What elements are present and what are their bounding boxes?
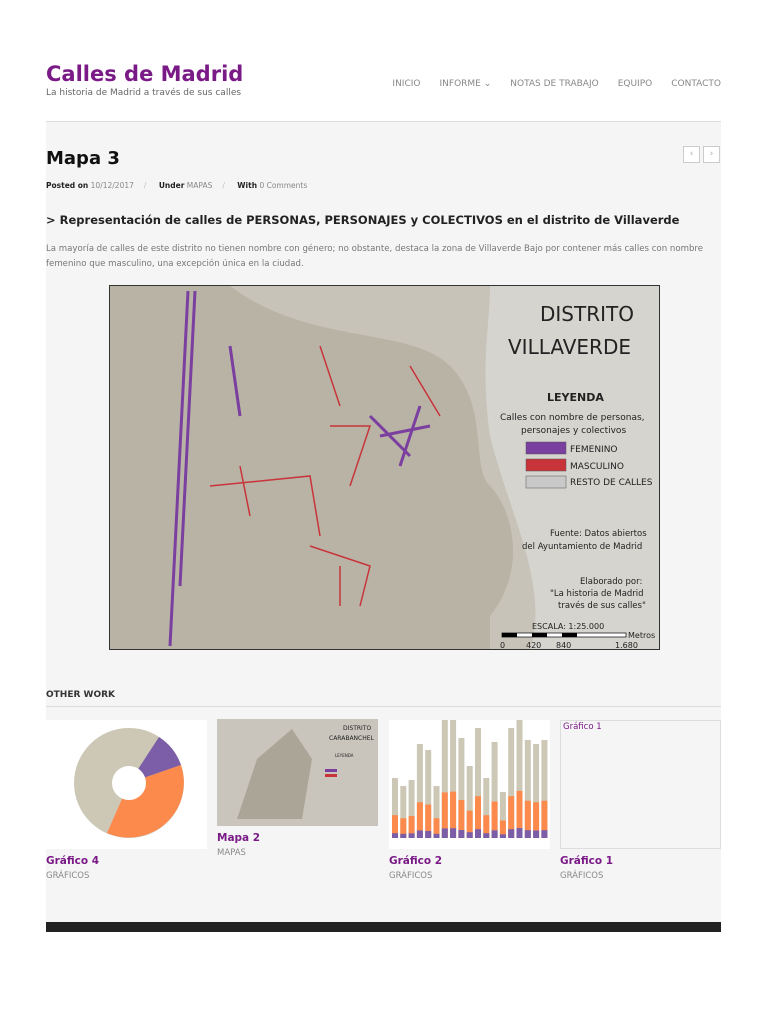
map-title-2: VILLAVERDE: [508, 335, 631, 359]
site-tagline: La historia de Madrid a través de sus ca…: [46, 88, 242, 98]
map-source-2: del Ayuntamiento de Madrid: [522, 542, 642, 552]
thumb-bar: [499, 834, 506, 838]
work-card-grafico-2[interactable]: Gráfico 2 GRÁFICOS: [389, 720, 550, 881]
nav-inicio[interactable]: INICIO: [392, 79, 420, 89]
work-card-grafico-4[interactable]: Gráfico 4 GRÁFICOS: [46, 720, 207, 881]
map-made-2: "La historia de Madrid: [550, 589, 644, 599]
thumb-bar: [458, 830, 465, 838]
scale-unit: Metros: [628, 631, 655, 640]
thumb-bar: [433, 833, 440, 838]
nav-contacto[interactable]: CONTACTO: [671, 79, 721, 89]
post-category[interactable]: MAPAS: [187, 181, 213, 190]
thumb-bar: [466, 832, 473, 838]
work-title[interactable]: Gráfico 1: [560, 855, 721, 867]
legend-sub-2: personajes y colectivos: [521, 426, 626, 436]
thumb-bar: [491, 830, 498, 838]
thumb-donut-chart[interactable]: [46, 720, 207, 849]
thumb-map-title-2: CARABANCHEL: [329, 735, 375, 742]
map-made-1: Elaborado por:: [580, 577, 642, 587]
site-title[interactable]: Calles de Madrid: [46, 62, 243, 86]
map-made-3: través de sus calles": [558, 600, 646, 611]
main-nav: INICIO INFORME ⌄ NOTAS DE TRABAJO EQUIPO…: [392, 79, 721, 89]
villaverde-map: DISTRITO VILLAVERDE LEYENDA Calles con n…: [109, 285, 660, 650]
legend-swatch-resto: [525, 475, 567, 489]
work-category[interactable]: GRÁFICOS: [560, 871, 721, 881]
work-title[interactable]: Gráfico 4: [46, 855, 207, 867]
work-title[interactable]: Mapa 2: [217, 832, 378, 844]
divider: [46, 706, 721, 707]
other-work-heading: OTHER WORK: [46, 690, 116, 700]
under-label: Under: [158, 181, 185, 190]
legend-masculino: MASCULINO: [570, 462, 624, 472]
thumb-bar-chart[interactable]: [389, 720, 550, 849]
scale-tick-0: 0: [500, 641, 505, 650]
legend-swatch-masculino: [525, 458, 567, 472]
thumb-map-legend: LEYENDA: [335, 753, 354, 758]
legend-sub-1: Calles con nombre de personas,: [500, 413, 645, 423]
post-intro: La mayoría de calles de este distrito no…: [46, 244, 704, 269]
nav-equipo[interactable]: EQUIPO: [618, 79, 653, 89]
thumb-bar: [425, 830, 432, 838]
thumb-broken-image[interactable]: Gráfico 1: [560, 720, 721, 849]
thumb-bar: [541, 830, 548, 838]
thumb-bar: [441, 828, 448, 838]
thumb-bar: [408, 833, 415, 838]
post-meta: Posted on 10/12/2017/ Under MAPAS / With …: [46, 181, 308, 190]
thumb-bar: [450, 828, 457, 838]
site-header: [0, 0, 768, 121]
legend-femenino: FEMENINO: [570, 445, 618, 455]
page-title: Mapa 3: [46, 148, 120, 169]
scale-tick-420: 420: [526, 641, 541, 650]
thumb-bar: [400, 833, 407, 838]
footer-bar: [46, 922, 721, 932]
with-label: With: [237, 181, 258, 190]
map-source-1: Fuente: Datos abiertos: [550, 529, 647, 539]
post-subheading: > Representación de calles de PERSONAS, …: [46, 213, 680, 227]
thumb-bar: [508, 829, 515, 838]
legend-title: LEYENDA: [547, 391, 604, 404]
work-category[interactable]: GRÁFICOS: [46, 871, 207, 881]
work-category[interactable]: MAPAS: [217, 848, 378, 858]
thumb-bar: [533, 830, 540, 838]
work-category[interactable]: GRÁFICOS: [389, 871, 550, 881]
thumb-bar: [524, 830, 531, 838]
map-title-1: DISTRITO: [540, 302, 634, 326]
nav-informe[interactable]: INFORME ⌄: [440, 79, 492, 89]
prev-post-button[interactable]: ‹: [683, 146, 700, 163]
legend-swatch-femenino: [525, 441, 567, 455]
legend-resto: RESTO DE CALLES: [570, 478, 653, 488]
thumb-bar: [416, 830, 423, 838]
thumb-bar: [392, 833, 398, 838]
thumb-bar: [516, 828, 523, 838]
posted-label: Posted on: [46, 181, 89, 190]
post-comments[interactable]: 0 Comments: [259, 181, 307, 190]
scale-tick-840: 840: [556, 641, 571, 650]
scale-tick-1680: 1.680: [615, 641, 638, 650]
map-scale: ESCALA: 1:25.000: [532, 622, 604, 631]
work-title[interactable]: Gráfico 2: [389, 855, 550, 867]
work-card-grafico-1[interactable]: Gráfico 1 Gráfico 1 GRÁFICOS: [560, 720, 721, 881]
thumb-map[interactable]: DISTRITO CARABANCHEL LEYENDA: [217, 719, 378, 826]
work-card-mapa-2[interactable]: DISTRITO CARABANCHEL LEYENDA Mapa 2 MAPA…: [217, 719, 378, 858]
next-post-button[interactable]: ›: [703, 146, 720, 163]
post-date[interactable]: 10/12/2017: [91, 181, 134, 190]
thumb-bar: [475, 829, 481, 838]
thumb-map-title-1: DISTRITO: [343, 725, 371, 732]
nav-notas[interactable]: NOTAS DE TRABAJO: [510, 79, 598, 89]
thumb-bar: [483, 833, 490, 838]
